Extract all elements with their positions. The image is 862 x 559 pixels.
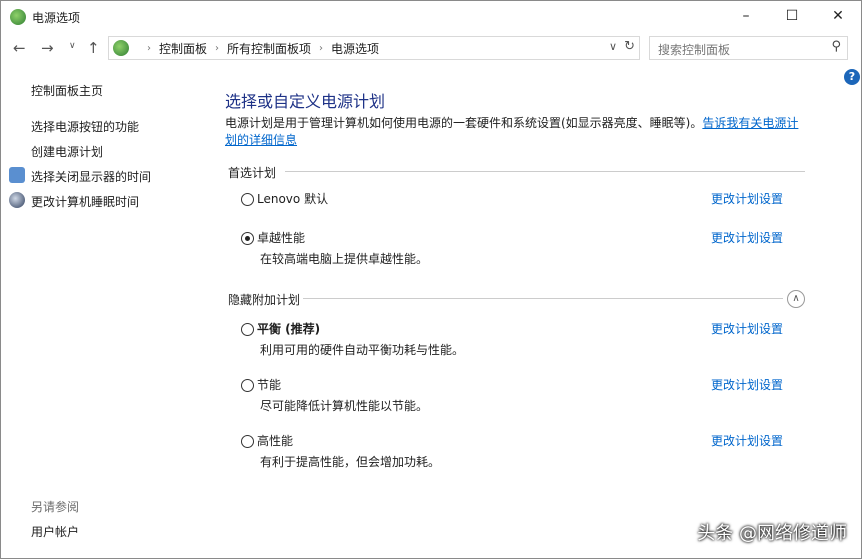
back-icon[interactable]: ← <box>13 39 26 57</box>
see-also-heading: 另请参阅 <box>31 500 80 514</box>
sidebar-item-sleep[interactable]: 更改计算机睡眠时间 <box>31 193 139 210</box>
change-plan-settings-link[interactable]: 更改计划设置 <box>711 320 783 337</box>
chevron-down-icon[interactable]: ∨ <box>609 40 617 53</box>
help-icon[interactable]: ? <box>844 69 860 85</box>
plan-desc: 利用可用的硬件自动平衡功耗与性能。 <box>260 343 465 357</box>
sidebar-home[interactable]: 控制面板主页 <box>31 82 103 99</box>
sidebar-item-power-buttons[interactable]: 选择电源按钮的功能 <box>31 118 139 135</box>
sidebar-item-create-plan[interactable]: 创建电源计划 <box>31 143 103 160</box>
sidebar-user-accounts[interactable]: 用户帐户 <box>31 523 79 540</box>
divider <box>303 298 783 299</box>
refresh-icon[interactable]: ↻ <box>624 39 635 54</box>
change-plan-settings-link[interactable]: 更改计划设置 <box>711 376 783 393</box>
search-placeholder: 搜索控制面板 <box>658 43 731 57</box>
display-clock-icon <box>9 167 25 183</box>
breadcrumb-control-panel[interactable]: 控制面板 <box>159 40 207 57</box>
minimize-button[interactable]: – <box>723 1 769 31</box>
preferred-plans-heading: 首选计划 <box>228 166 277 180</box>
power-options-icon <box>113 40 129 56</box>
plan-name: 卓越性能 <box>257 231 306 245</box>
plan-name: 节能 <box>257 378 282 392</box>
plan-radio-ultimate[interactable] <box>241 232 254 245</box>
plan-name: 平衡 (推荐) <box>257 322 321 336</box>
plan-radio-high-performance[interactable] <box>241 435 254 448</box>
plan-radio-power-saver[interactable] <box>241 379 254 392</box>
window-title: 电源选项 <box>32 11 81 25</box>
plan-radio-lenovo[interactable] <box>241 193 254 206</box>
search-icon[interactable]: ⚲ <box>831 39 841 54</box>
sleep-moon-icon <box>9 192 25 208</box>
close-button[interactable]: ✕ <box>815 1 861 31</box>
breadcrumb-all-items[interactable]: 所有控制面板项 <box>227 40 311 57</box>
hidden-plans-heading: 隐藏附加计划 <box>228 293 301 307</box>
recent-chevron-icon[interactable]: ∨ <box>69 41 76 51</box>
plan-desc: 尽可能降低计算机性能以节能。 <box>260 399 429 413</box>
plan-radio-balanced[interactable] <box>241 323 254 336</box>
watermark: 头条 @网络修道师 <box>697 523 847 544</box>
plan-name: 高性能 <box>257 434 294 448</box>
power-options-icon <box>10 9 26 25</box>
divider <box>285 171 805 172</box>
change-plan-settings-link[interactable]: 更改计划设置 <box>711 229 783 246</box>
forward-icon[interactable]: → <box>41 39 54 57</box>
search-input[interactable]: 搜索控制面板 ⚲ <box>649 36 848 60</box>
change-plan-settings-link[interactable]: 更改计划设置 <box>711 190 783 207</box>
sidebar-item-display-off[interactable]: 选择关闭显示器的时间 <box>31 168 151 185</box>
title-bar: 电源选项 – ☐ ✕ <box>1 1 861 33</box>
breadcrumb-power-options[interactable]: 电源选项 <box>331 40 379 57</box>
collapse-chevron-up-icon[interactable]: ∧ <box>787 290 805 308</box>
description-text: 电源计划是用于管理计算机如何使用电源的一套硬件和系统设置(如显示器亮度、睡眠等)… <box>225 116 703 130</box>
page-description: 电源计划是用于管理计算机如何使用电源的一套硬件和系统设置(如显示器亮度、睡眠等)… <box>225 115 805 149</box>
plan-desc: 有利于提高性能，但会增加功耗。 <box>260 455 441 469</box>
plan-desc: 在较高端电脑上提供卓越性能。 <box>260 252 429 266</box>
up-icon[interactable]: ↑ <box>87 39 100 57</box>
address-bar[interactable]: › 控制面板 › 所有控制面板项 › 电源选项 ∨ ↻ <box>108 36 640 60</box>
plan-name: Lenovo 默认 <box>257 192 329 206</box>
change-plan-settings-link[interactable]: 更改计划设置 <box>711 432 783 449</box>
page-title: 选择或自定义电源计划 <box>225 92 386 111</box>
maximize-button[interactable]: ☐ <box>769 1 815 31</box>
